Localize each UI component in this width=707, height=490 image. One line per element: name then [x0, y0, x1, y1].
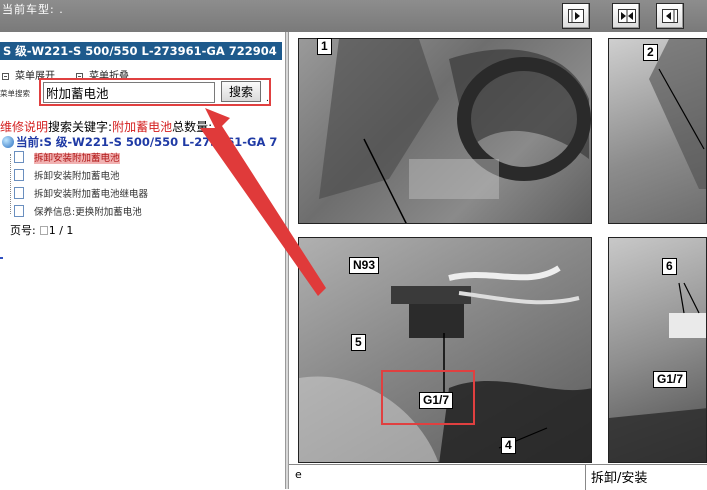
- panel-right-button[interactable]: [656, 3, 684, 29]
- figure-caption-strip: e 拆卸/安装: [289, 464, 707, 490]
- keyword-label: 搜索关键字:: [48, 120, 113, 134]
- tree-item-label: 拆卸安装附加蓄电池: [34, 171, 120, 182]
- collapse-left-icon: [568, 9, 584, 23]
- battery-illustration: [299, 265, 591, 462]
- tree-item-label: 保养信息:更换附加蓄电池: [34, 207, 142, 218]
- tree-item-2[interactable]: 拆卸安装附加蓄电池: [14, 169, 120, 183]
- document-icon: [14, 151, 24, 163]
- tree-connector: [10, 154, 11, 214]
- callout-n93: N93: [349, 257, 380, 274]
- caption-right: 拆卸/安装: [591, 471, 648, 486]
- panel-left-button[interactable]: [562, 3, 590, 29]
- page-indicator: 页号: 1 / 1: [10, 222, 73, 238]
- dashboard-illustration: [319, 39, 591, 223]
- search-label: 菜单搜索: [0, 89, 30, 98]
- total-label: 总数量:: [172, 120, 213, 134]
- current-node-label: 当前:S 级-W221-S 500/550 L-273961-GA 7: [16, 135, 278, 149]
- photo-4: [608, 237, 707, 463]
- keyword-value: 附加蓄电池: [112, 120, 173, 134]
- caption-left: e: [295, 468, 302, 481]
- document-icon: [14, 205, 24, 217]
- tree-item-3[interactable]: 拆卸安装附加蓄电池继电器: [14, 187, 148, 201]
- page-box-icon[interactable]: [39, 226, 48, 235]
- caption-divider: [585, 465, 586, 490]
- split-view-icon: [618, 9, 636, 23]
- maintenance-label: 维修说明: [0, 120, 49, 134]
- model-header: S 级-W221-S 500/550 L-273961-GA 722904: [0, 42, 282, 60]
- panel-both-button[interactable]: [612, 3, 640, 29]
- expand-icon: [2, 72, 9, 80]
- relay-illustration: [609, 282, 706, 462]
- photo-battery-area: [298, 237, 592, 463]
- photo-2: [608, 38, 707, 224]
- callout-g17-2: G1/7: [653, 371, 688, 388]
- vehicle-label: 当前车型: .: [2, 3, 64, 16]
- tree-item-4[interactable]: 保养信息:更换附加蓄电池: [14, 205, 142, 219]
- page-value: 1 / 1: [48, 224, 74, 237]
- current-node[interactable]: 当前:S 级-W221-S 500/550 L-273961-GA 7: [2, 134, 277, 150]
- callout-6: 6: [662, 258, 677, 275]
- tree-item-label: 拆卸安装附加蓄电池继电器: [34, 189, 149, 200]
- total-value: 4: [215, 120, 224, 134]
- photo-dashboard: [298, 38, 592, 224]
- figure-pane: 1 2 N93 5 G1/7 4 6 G1/7 e 拆卸/安装: [289, 32, 707, 490]
- callout-4: 4: [501, 437, 516, 454]
- document-icon: [14, 169, 24, 181]
- tree-item-1[interactable]: 拆卸安装附加蓄电池: [14, 151, 120, 165]
- collapse-right-icon: [662, 9, 678, 23]
- left-navigation-panel: S 级-W221-S 500/550 L-273961-GA 722904 菜单…: [0, 32, 285, 489]
- edge-marker: [0, 257, 3, 259]
- tree-item-label: 拆卸安装附加蓄电池: [34, 153, 120, 164]
- page-label: 页号:: [10, 224, 36, 237]
- search-result-summary: 维修说明搜索关键字:附加蓄电池总数量: 4: [0, 118, 224, 135]
- callout-2: 2: [643, 44, 658, 61]
- top-toolbar: 当前车型: .: [0, 0, 707, 32]
- callout-5: 5: [351, 334, 366, 351]
- callout-1: 1: [317, 38, 332, 55]
- globe-icon: [2, 136, 14, 148]
- search-highlight-box: [39, 78, 271, 106]
- document-icon: [14, 187, 24, 199]
- g17-highlight-box: [381, 370, 475, 425]
- trim-illustration: [649, 39, 706, 189]
